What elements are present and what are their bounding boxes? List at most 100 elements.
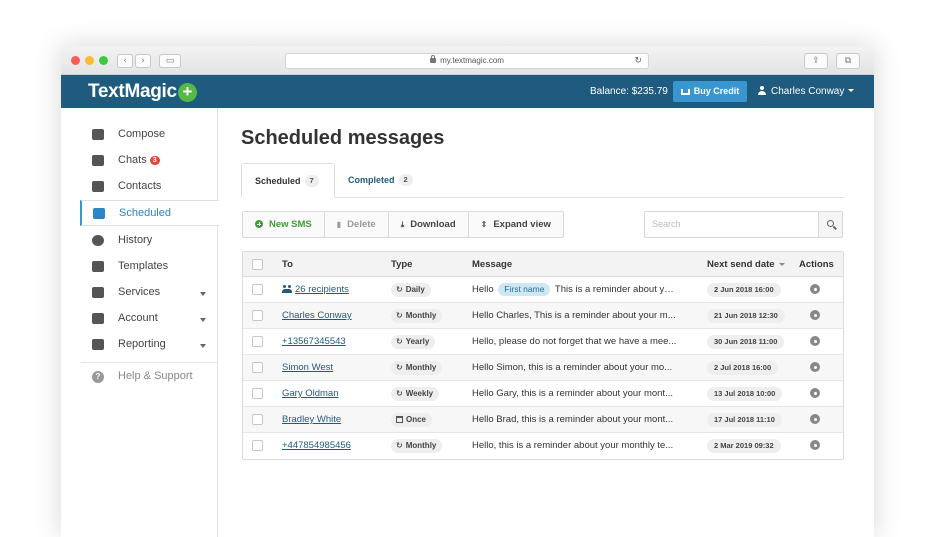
close-window-button[interactable] xyxy=(71,56,80,65)
recipient-link[interactable]: +447854985456 xyxy=(282,440,351,451)
date-cell: 2 Mar 2019 09:32 xyxy=(707,433,797,459)
quick-add-button[interactable]: + xyxy=(178,83,197,102)
delete-label: Delete xyxy=(347,219,376,230)
row-checkbox[interactable] xyxy=(252,414,263,425)
download-button[interactable]: ⤓ Download xyxy=(389,212,469,237)
user-menu[interactable]: Charles Conway xyxy=(758,86,855,97)
minimize-window-button[interactable] xyxy=(85,56,94,65)
row-checkbox[interactable] xyxy=(252,310,263,321)
gear-icon[interactable] xyxy=(810,440,820,450)
recipient-link[interactable]: +13567345543 xyxy=(282,336,346,347)
sidebar-item-scheduled[interactable]: Scheduled xyxy=(80,200,219,226)
gear-icon[interactable] xyxy=(810,362,820,372)
column-header-next-send[interactable]: Next send date xyxy=(707,252,797,276)
table-row[interactable]: 26 recipients ↻ Daily Hello First name Th… xyxy=(243,277,843,303)
delete-button[interactable]: ▮ Delete xyxy=(325,212,389,237)
type-label: Monthly xyxy=(405,311,437,320)
column-header-to[interactable]: To xyxy=(282,252,387,276)
select-all-checkbox[interactable] xyxy=(252,259,263,270)
next-send-date: 13 Jul 2018 10:00 xyxy=(707,387,783,401)
actions-cell xyxy=(799,329,839,354)
maximize-window-button[interactable] xyxy=(99,56,108,65)
tab-completed[interactable]: Completed 2 xyxy=(348,163,413,198)
sidebar-item-chats[interactable]: Chats 3 xyxy=(81,148,218,174)
account-icon xyxy=(92,313,104,324)
column-header-message[interactable]: Message xyxy=(472,252,677,276)
tab-scheduled[interactable]: Scheduled 7 xyxy=(241,163,335,198)
row-checkbox[interactable] xyxy=(252,388,263,399)
row-checkbox[interactable] xyxy=(252,362,263,373)
sidebar-item-account[interactable]: Account xyxy=(81,306,218,332)
expand-view-button[interactable]: ⇕ Expand view xyxy=(469,212,563,237)
type-badge: ↻ Daily xyxy=(391,283,431,297)
url-text: my.textmagic.com xyxy=(440,56,504,65)
recipient-link[interactable]: Gary Oldman xyxy=(282,388,339,399)
date-cell: 13 Jul 2018 10:00 xyxy=(707,381,797,406)
table-row[interactable]: Charles Conway ↻ Monthly Hello Charles, T… xyxy=(243,303,843,329)
back-arrow-icon[interactable]: ‹ xyxy=(117,54,133,68)
sidebar-item-services[interactable]: Services xyxy=(81,280,218,306)
recipient-link[interactable]: 26 recipients xyxy=(295,284,349,295)
new-sms-button[interactable]: New SMS xyxy=(243,212,325,237)
gear-icon[interactable] xyxy=(810,310,820,320)
sidebar-toggle-icon[interactable]: ▭ xyxy=(159,54,181,68)
gear-icon[interactable] xyxy=(810,388,820,398)
sidebar-item-help[interactable]: ? Help & Support xyxy=(81,364,218,390)
gear-icon[interactable] xyxy=(810,414,820,424)
search-input[interactable]: Search xyxy=(644,211,819,238)
search-button[interactable] xyxy=(818,211,843,238)
column-header-type[interactable]: Type xyxy=(391,252,467,276)
trash-icon: ▮ xyxy=(336,220,342,229)
logo[interactable]: TextMagic xyxy=(88,81,177,103)
browser-window: ‹ › ▭ my.textmagic.com ↻ ⇪ ⧉ TextMagic +… xyxy=(61,46,874,537)
sidebar-item-compose[interactable]: Compose xyxy=(81,122,218,148)
new-sms-label: New SMS xyxy=(269,219,312,230)
next-send-date: 2 Mar 2019 09:32 xyxy=(707,439,781,453)
services-icon xyxy=(92,287,104,298)
reporting-icon xyxy=(92,339,104,350)
help-icon: ? xyxy=(92,371,104,383)
message-cell: Hello, this is a reminder about your mon… xyxy=(472,440,674,451)
recipient-link[interactable]: Bradley White xyxy=(282,414,341,425)
repeat-icon: ↻ xyxy=(396,311,403,320)
recipients-icon xyxy=(282,285,293,293)
column-header-actions: Actions xyxy=(799,259,834,270)
row-checkbox[interactable] xyxy=(252,440,263,451)
address-bar[interactable]: my.textmagic.com ↻ xyxy=(285,53,649,69)
buy-credit-button[interactable]: Buy Credit xyxy=(673,81,747,102)
table-row[interactable]: +447854985456 ↻ Monthly Hello, this is a … xyxy=(243,433,843,459)
chevron-down-icon xyxy=(200,292,206,296)
recipient-link[interactable]: Charles Conway xyxy=(282,310,352,321)
sidebar-item-reporting[interactable]: Reporting xyxy=(81,332,218,358)
type-label: Daily xyxy=(405,285,425,294)
recipient-link[interactable]: Simon West xyxy=(282,362,333,373)
table-row[interactable]: Gary Oldman ↻ Weekly Hello Gary, this is … xyxy=(243,381,843,407)
unread-badge: 3 xyxy=(149,156,160,165)
to-cell: Gary Oldman xyxy=(282,381,387,406)
table-row[interactable]: Bradley White Once Hello Brad, this is a… xyxy=(243,407,843,433)
gear-icon[interactable] xyxy=(810,284,820,294)
row-checkbox[interactable] xyxy=(252,336,263,347)
row-checkbox[interactable] xyxy=(252,284,263,295)
sidebar-item-templates[interactable]: Templates xyxy=(81,254,218,280)
to-cell: Charles Conway xyxy=(282,303,387,328)
tab-label: Scheduled xyxy=(255,176,301,186)
table-row[interactable]: Simon West ↻ Monthly Hello Simon, this is… xyxy=(243,355,843,381)
download-label: Download xyxy=(410,219,456,230)
reload-icon[interactable]: ↻ xyxy=(634,54,642,68)
sidebar-item-contacts[interactable]: Contacts xyxy=(81,174,218,200)
share-icon[interactable]: ⇪ xyxy=(804,53,828,69)
date-cell: 30 Jun 2018 11:00 xyxy=(707,329,797,354)
sidebar-divider xyxy=(81,362,218,363)
type-badge: ↻ Monthly xyxy=(391,439,443,453)
tabs-icon[interactable]: ⧉ xyxy=(836,53,860,69)
type-cell: ↻ Monthly xyxy=(391,355,467,380)
forward-arrow-icon[interactable]: › xyxy=(135,54,151,68)
sidebar-item-history[interactable]: History xyxy=(81,228,218,254)
chevron-down-icon xyxy=(848,89,855,92)
type-badge: ↻ Yearly xyxy=(391,335,436,349)
user-name: Charles Conway xyxy=(771,86,845,97)
plus-circle-icon xyxy=(255,220,263,228)
gear-icon[interactable] xyxy=(810,336,820,346)
table-row[interactable]: +13567345543 ↻ Yearly Hello, please do no… xyxy=(243,329,843,355)
